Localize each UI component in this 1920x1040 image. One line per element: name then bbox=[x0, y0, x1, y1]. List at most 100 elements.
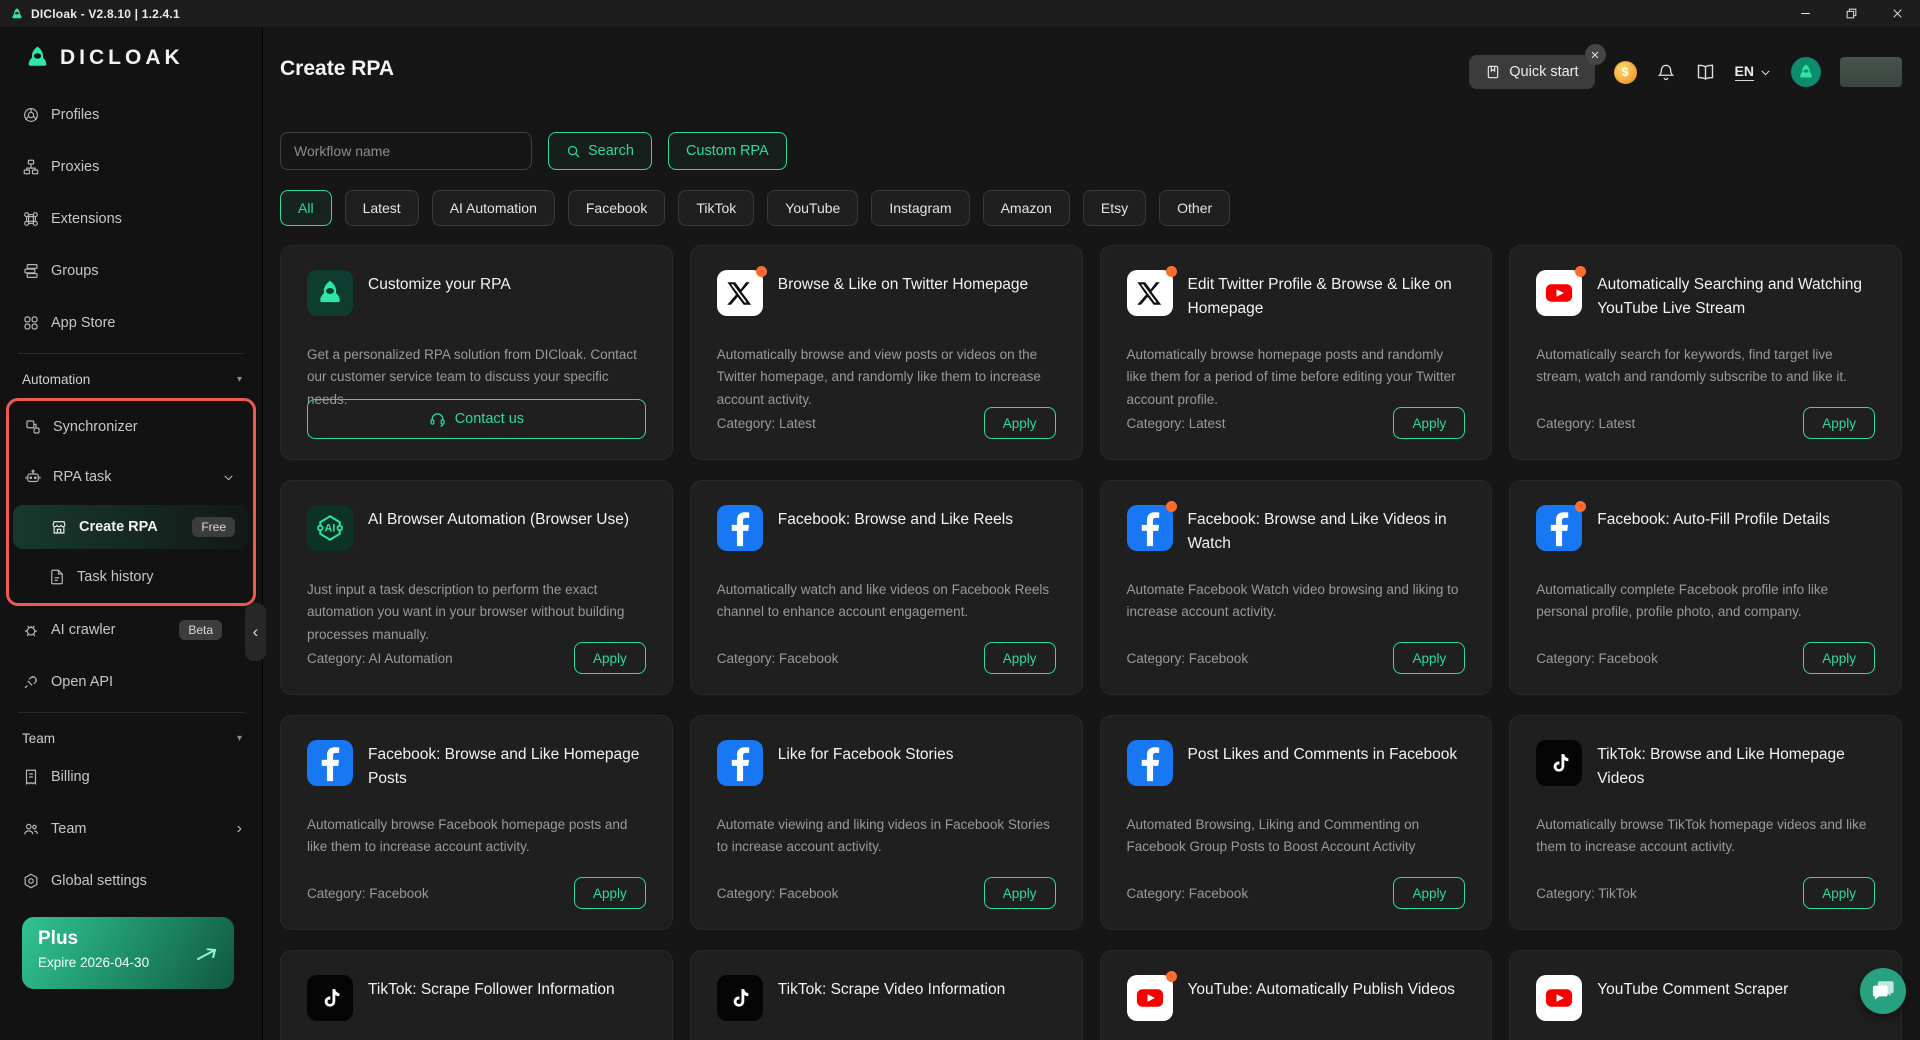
chat-widget-button[interactable] bbox=[1860, 968, 1906, 1014]
upgrade-arrow-icon bbox=[196, 947, 218, 966]
sidebar-item-rpa-task[interactable]: RPA task bbox=[11, 455, 251, 499]
restore-button[interactable] bbox=[1828, 0, 1874, 27]
window-title: DICloak - V2.8.10 | 1.2.4.1 bbox=[31, 7, 180, 21]
search-icon bbox=[566, 144, 581, 159]
filter-tab-ai-automation[interactable]: AI Automation bbox=[432, 190, 555, 226]
sidebar-item-label: Proxies bbox=[51, 159, 99, 175]
apply-button[interactable]: Apply bbox=[1393, 877, 1465, 909]
sidebar-item-extensions[interactable]: Extensions bbox=[0, 197, 262, 241]
youtube-icon bbox=[1127, 975, 1173, 1021]
quick-start-button[interactable]: Quick start bbox=[1469, 55, 1594, 89]
apply-button[interactable]: Apply bbox=[574, 642, 646, 674]
card-category: Category: Facebook bbox=[1127, 651, 1249, 666]
rpa-card: TikTok: Browse and Like Homepage VideosA… bbox=[1509, 715, 1902, 930]
card-title: Like for Facebook Stories bbox=[778, 740, 954, 767]
language-selector[interactable]: EN bbox=[1735, 63, 1772, 81]
apply-button[interactable]: Apply bbox=[1393, 407, 1465, 439]
free-badge: Free bbox=[192, 517, 235, 537]
team-section-header[interactable]: Team ▾ bbox=[0, 721, 262, 755]
sidebar-item-create-rpa[interactable]: Create RPA Free bbox=[13, 505, 249, 549]
x-icon bbox=[1127, 270, 1173, 316]
sidebar-item-task-history[interactable]: Task history bbox=[11, 555, 251, 599]
proxies-icon bbox=[22, 158, 40, 176]
dicloak-logo-icon bbox=[24, 44, 51, 71]
sidebar-item-app-store[interactable]: App Store bbox=[0, 301, 262, 345]
search-button[interactable]: Search bbox=[548, 132, 652, 170]
page-title: Create RPA bbox=[280, 49, 394, 81]
facebook-icon bbox=[1127, 505, 1173, 551]
filter-tab-facebook[interactable]: Facebook bbox=[568, 190, 665, 226]
card-category: Category: Facebook bbox=[717, 886, 839, 901]
guide-book-icon bbox=[1485, 64, 1501, 80]
minimize-button[interactable] bbox=[1782, 0, 1828, 27]
sidebar-item-team[interactable]: Team › bbox=[0, 807, 262, 851]
rpa-card: Post Likes and Comments in FacebookAutom… bbox=[1100, 715, 1493, 930]
search-label: Search bbox=[588, 143, 634, 159]
apply-button[interactable]: Apply bbox=[1803, 407, 1875, 439]
sidebar-item-proxies[interactable]: Proxies bbox=[0, 145, 262, 189]
card-grid: Customize your RPAGet a personalized RPA… bbox=[280, 245, 1902, 1040]
x-icon bbox=[717, 270, 763, 316]
sidebar-item-groups[interactable]: Groups bbox=[0, 249, 262, 293]
apply-button[interactable]: Apply bbox=[984, 407, 1056, 439]
docs-book-icon[interactable] bbox=[1695, 62, 1716, 83]
titlebar: DICloak - V2.8.10 | 1.2.4.1 bbox=[0, 0, 1920, 27]
filter-tab-all[interactable]: All bbox=[280, 190, 332, 226]
coin-rewards-icon[interactable]: $ bbox=[1614, 61, 1637, 84]
robot-icon bbox=[24, 468, 42, 486]
card-category: Category: TikTok bbox=[1536, 886, 1637, 901]
close-icon bbox=[1891, 7, 1904, 20]
notifications-bell-icon[interactable] bbox=[1656, 62, 1676, 82]
sidebar-item-profiles[interactable]: Profiles bbox=[0, 93, 262, 137]
rpa-card: Facebook: Auto-Fill Profile DetailsAutom… bbox=[1509, 480, 1902, 695]
filter-tab-tiktok[interactable]: TikTok bbox=[678, 190, 754, 226]
brand: DICLOAK bbox=[0, 27, 262, 71]
people-icon bbox=[22, 820, 40, 838]
synchronizer-icon bbox=[24, 418, 42, 436]
plan-name: Plus bbox=[38, 928, 218, 950]
filter-tab-other[interactable]: Other bbox=[1159, 190, 1230, 226]
groups-icon bbox=[22, 262, 40, 280]
rpa-card: YouTube: Automatically Publish Videos bbox=[1100, 950, 1493, 1040]
apply-button[interactable]: Apply bbox=[984, 642, 1056, 674]
close-button[interactable] bbox=[1874, 0, 1920, 27]
rpa-card: Edit Twitter Profile & Browse & Like on … bbox=[1100, 245, 1493, 460]
filter-tab-instagram[interactable]: Instagram bbox=[871, 190, 969, 226]
username-redacted bbox=[1840, 57, 1902, 87]
apply-button[interactable]: Apply bbox=[1803, 642, 1875, 674]
filter-tab-youtube[interactable]: YouTube bbox=[767, 190, 858, 226]
workflow-name-input[interactable] bbox=[280, 132, 532, 170]
language-code: EN bbox=[1735, 63, 1754, 81]
sidebar-item-ai-crawler[interactable]: AI crawler Beta bbox=[0, 608, 262, 652]
apply-button[interactable]: Apply bbox=[984, 877, 1056, 909]
card-title: Facebook: Browse and Like Videos in Watc… bbox=[1188, 505, 1466, 556]
new-badge-dot bbox=[1575, 501, 1586, 512]
sidebar-collapse-handle[interactable]: ‹ bbox=[245, 603, 266, 661]
plan-card[interactable]: Plus Expire 2026-04-30 bbox=[22, 917, 234, 989]
card-description: Automate viewing and liking videos in Fa… bbox=[717, 814, 1056, 859]
filter-tab-amazon[interactable]: Amazon bbox=[983, 190, 1070, 226]
tutorial-highlight-box: Synchronizer RPA task Create RPA Free Ta… bbox=[6, 398, 256, 606]
custom-rpa-button[interactable]: Custom RPA bbox=[668, 132, 787, 170]
rpa-card: TikTok: Scrape Follower Information bbox=[280, 950, 673, 1040]
card-title: TikTok: Scrape Video Information bbox=[778, 975, 1005, 1002]
avatar[interactable] bbox=[1791, 57, 1821, 87]
card-category: Category: Facebook bbox=[307, 886, 429, 901]
settings-icon bbox=[22, 872, 40, 890]
sidebar-item-billing[interactable]: Billing bbox=[0, 755, 262, 799]
sidebar-item-global-settings[interactable]: Global settings bbox=[0, 859, 262, 903]
apply-button[interactable]: Apply bbox=[1803, 877, 1875, 909]
new-badge-dot bbox=[1166, 971, 1177, 982]
sidebar-item-open-api[interactable]: Open API bbox=[0, 660, 262, 704]
automation-section-header[interactable]: Automation ▾ bbox=[0, 362, 262, 396]
chevron-down-icon bbox=[222, 471, 235, 484]
apply-button[interactable]: Apply bbox=[574, 877, 646, 909]
contact-us-button[interactable]: Contact us bbox=[307, 399, 646, 439]
sidebar-item-synchronizer[interactable]: Synchronizer bbox=[11, 405, 251, 449]
filter-tab-latest[interactable]: Latest bbox=[345, 190, 419, 226]
contact-us-label: Contact us bbox=[455, 411, 524, 427]
apply-button[interactable]: Apply bbox=[1393, 642, 1465, 674]
quick-start-close-button[interactable] bbox=[1585, 44, 1606, 65]
rpa-card: Facebook: Browse and Like Homepage Posts… bbox=[280, 715, 673, 930]
filter-tab-etsy[interactable]: Etsy bbox=[1083, 190, 1146, 226]
